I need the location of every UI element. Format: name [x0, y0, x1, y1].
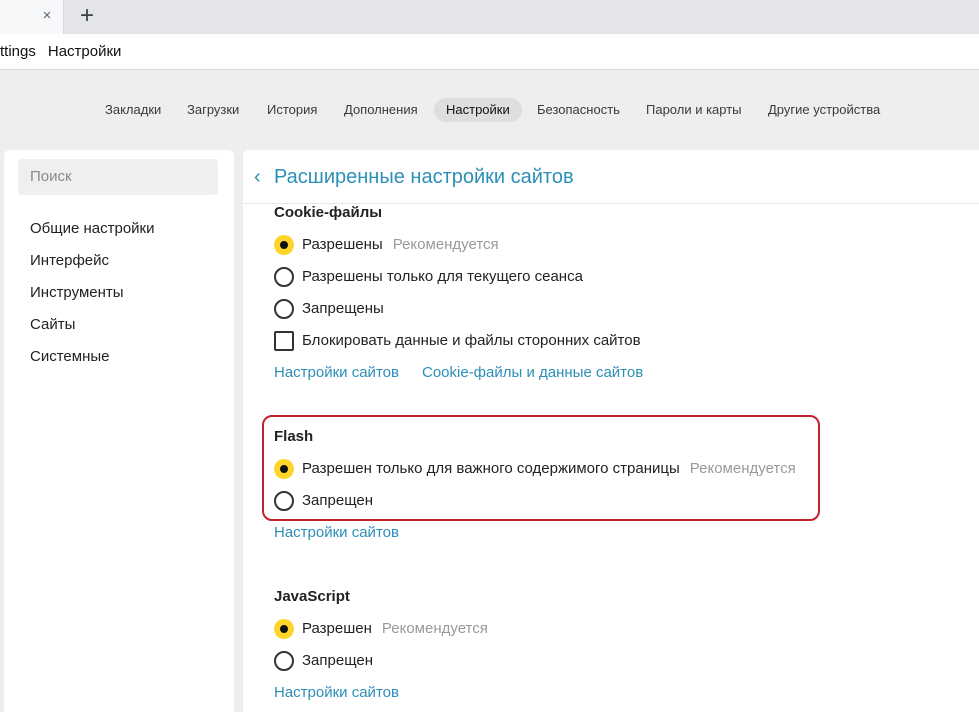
sidebar-item-system[interactable]: Системные [30, 348, 109, 365]
javascript-site-settings-link[interactable]: Настройки сайтов [274, 684, 399, 701]
option-label: Разрешены только для текущего сеанса [302, 268, 583, 285]
nav-passwords-cards[interactable]: Пароли и карты [634, 98, 754, 122]
address-page-title: Настройки [47, 43, 122, 60]
flash-section-title: Flash [274, 428, 314, 445]
recommended-hint: Рекомендуется [381, 620, 488, 637]
radio-selected[interactable] [274, 619, 294, 639]
nav-downloads[interactable]: Загрузки [175, 98, 251, 122]
browser-tab[interactable]: × [0, 0, 64, 34]
back-arrow-icon[interactable]: ‹ [254, 166, 261, 188]
page-title: Расширенные настройки сайтов [274, 166, 574, 188]
radio-unselected[interactable] [274, 299, 294, 319]
option-label: Разрешены [302, 236, 383, 253]
page-header: ‹ Расширенные настройки сайтов [243, 150, 979, 204]
javascript-section-title: JavaScript [274, 588, 350, 605]
address-bar[interactable]: ttings Настройки [0, 34, 979, 70]
nav-history[interactable]: История [255, 98, 329, 122]
flash-site-settings-link[interactable]: Настройки сайтов [274, 524, 399, 541]
radio-selected[interactable] [274, 235, 294, 255]
sidebar-item-interface[interactable]: Интерфейс [30, 252, 109, 269]
checkbox[interactable] [274, 331, 294, 351]
cookies-data-link[interactable]: Cookie-файлы и данные сайтов [422, 364, 643, 381]
sidebar-item-general[interactable]: Общие настройки [30, 220, 155, 237]
cookies-section-title: Cookie-файлы [274, 204, 383, 221]
radio-unselected[interactable] [274, 651, 294, 671]
tab-strip: × + [0, 0, 979, 34]
recommended-hint: Рекомендуется [392, 236, 499, 253]
option-label: Запрещены [302, 300, 384, 317]
option-label: Запрещен [302, 492, 374, 509]
search-input[interactable]: Поиск [18, 159, 218, 195]
option-label: Разрешен [302, 620, 372, 637]
nav-security[interactable]: Безопасность [525, 98, 632, 122]
option-label: Разрешен только для важного содержимого … [302, 460, 680, 477]
option-label: Запрещен [302, 652, 374, 669]
option-label: Блокировать данные и файлы сторонних сай… [302, 332, 641, 349]
recommended-hint: Рекомендуется [689, 460, 796, 477]
main-panel: ‹ Расширенные настройки сайтов Cookie-фа… [243, 150, 979, 712]
close-tab-icon[interactable]: × [40, 8, 54, 24]
nav-bookmarks[interactable]: Закладки [93, 98, 173, 122]
settings-top-nav: Закладки Загрузки История Дополнения Нас… [0, 96, 979, 132]
new-tab-button[interactable]: + [74, 3, 100, 29]
radio-unselected[interactable] [274, 491, 294, 511]
sidebar-item-tools[interactable]: Инструменты [30, 284, 124, 301]
settings-sidebar: Поиск Общие настройки Интерфейс Инструме… [4, 150, 234, 712]
nav-other-devices[interactable]: Другие устройства [756, 98, 892, 122]
radio-unselected[interactable] [274, 267, 294, 287]
nav-settings[interactable]: Настройки [434, 98, 522, 122]
nav-extensions[interactable]: Дополнения [332, 98, 430, 122]
radio-selected[interactable] [274, 459, 294, 479]
sidebar-item-sites[interactable]: Сайты [30, 316, 75, 333]
address-text: ttings Настройки [0, 43, 121, 60]
address-scheme: ttings [0, 43, 36, 60]
cookies-site-settings-link[interactable]: Настройки сайтов [274, 364, 399, 381]
